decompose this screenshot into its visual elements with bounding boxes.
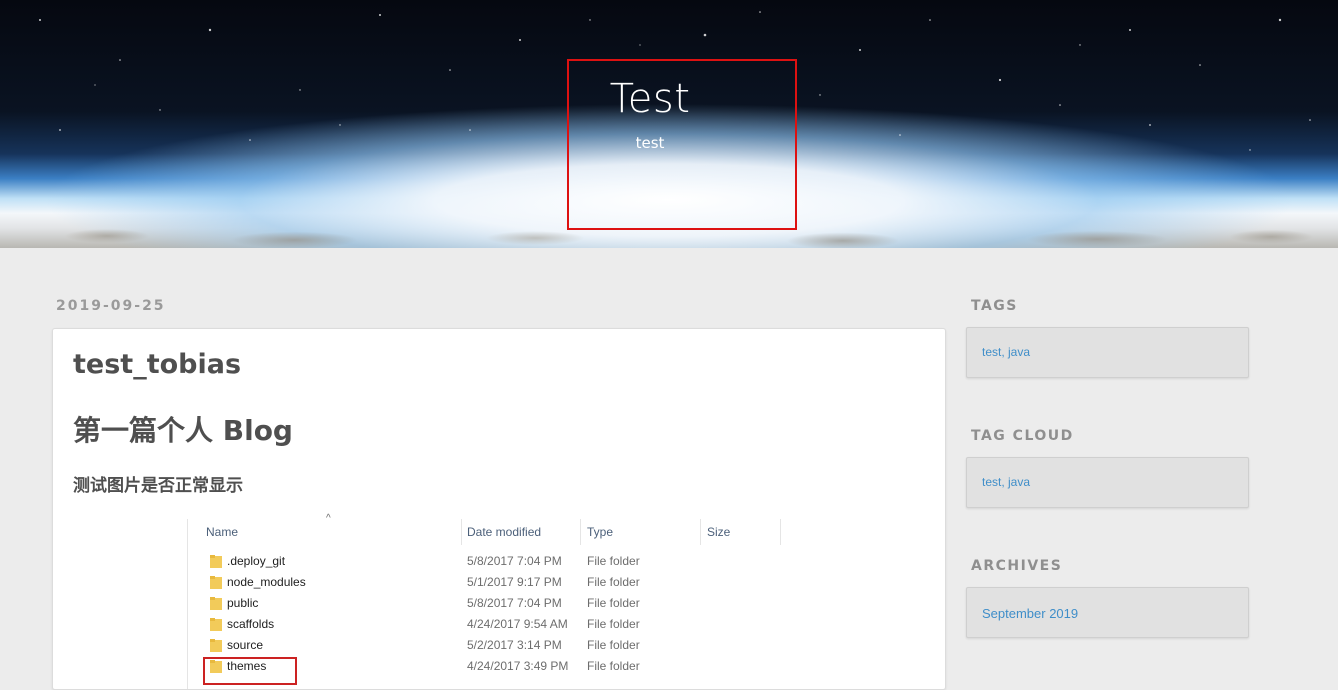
post-date: 2019-09-25 (56, 298, 166, 314)
list-item: node_modules 5/1/2017 9:17 PM File folde… (188, 572, 788, 593)
file-name: .deploy_git (227, 554, 286, 568)
file-date: 5/8/2017 7:04 PM (467, 596, 562, 610)
tags-box: test, java (966, 327, 1249, 378)
column-name: Name (200, 519, 462, 545)
file-date: 5/1/2017 9:17 PM (467, 575, 562, 589)
folder-icon (210, 555, 222, 568)
sort-up-icon: ^ (326, 513, 331, 524)
file-date: 4/24/2017 9:54 AM (467, 617, 568, 631)
file-name: source (227, 638, 264, 652)
column-type: Type (581, 519, 701, 545)
tags-link[interactable]: test, java (982, 345, 1030, 359)
column-date-modified: Date modified (461, 519, 581, 545)
tag-cloud-link[interactable]: test, java (982, 475, 1030, 489)
list-item: source 5/2/2017 3:14 PM File folder (188, 635, 788, 656)
archives-box: September 2019 (966, 587, 1249, 638)
column-size: Size (701, 519, 781, 545)
site-subtitle: test (635, 134, 665, 152)
themes-highlight-box (203, 657, 297, 685)
archives-heading: ARCHIVES (971, 558, 1063, 574)
post-title[interactable]: test_tobias (73, 349, 241, 380)
tag-cloud-box: test, java (966, 457, 1249, 508)
list-item: public 5/8/2017 7:04 PM File folder (188, 593, 788, 614)
file-type: File folder (587, 554, 640, 568)
file-date: 5/8/2017 7:04 PM (467, 554, 562, 568)
file-name: public (227, 596, 259, 610)
post-image-file-explorer: Name ^ Date modified Type Size .deploy_g… (187, 513, 808, 689)
list-item: .deploy_git 5/8/2017 7:04 PM File folder (188, 551, 788, 572)
archives-link[interactable]: September 2019 (982, 606, 1078, 621)
file-name: node_modules (227, 575, 306, 589)
site-title[interactable]: Test (567, 76, 733, 122)
folder-icon (210, 618, 222, 631)
file-type: File folder (587, 617, 640, 631)
post-card: test_tobias 第一篇个人 Blog 测试图片是否正常显示 Name ^… (52, 328, 946, 690)
file-date: 5/2/2017 3:14 PM (467, 638, 562, 652)
post-subheading: 测试图片是否正常显示 (73, 476, 243, 496)
file-type: File folder (587, 596, 640, 610)
folder-icon (210, 597, 222, 610)
tag-cloud-heading: TAG CLOUD (971, 428, 1074, 444)
list-item: scaffolds 4/24/2017 9:54 AM File folder (188, 614, 788, 635)
file-type: File folder (587, 575, 640, 589)
folder-icon (210, 576, 222, 589)
folder-icon (210, 639, 222, 652)
tags-heading: TAGS (971, 298, 1018, 314)
file-type: File folder (587, 638, 640, 652)
post-heading: 第一篇个人 Blog (73, 414, 293, 447)
file-name: scaffolds (227, 617, 275, 631)
